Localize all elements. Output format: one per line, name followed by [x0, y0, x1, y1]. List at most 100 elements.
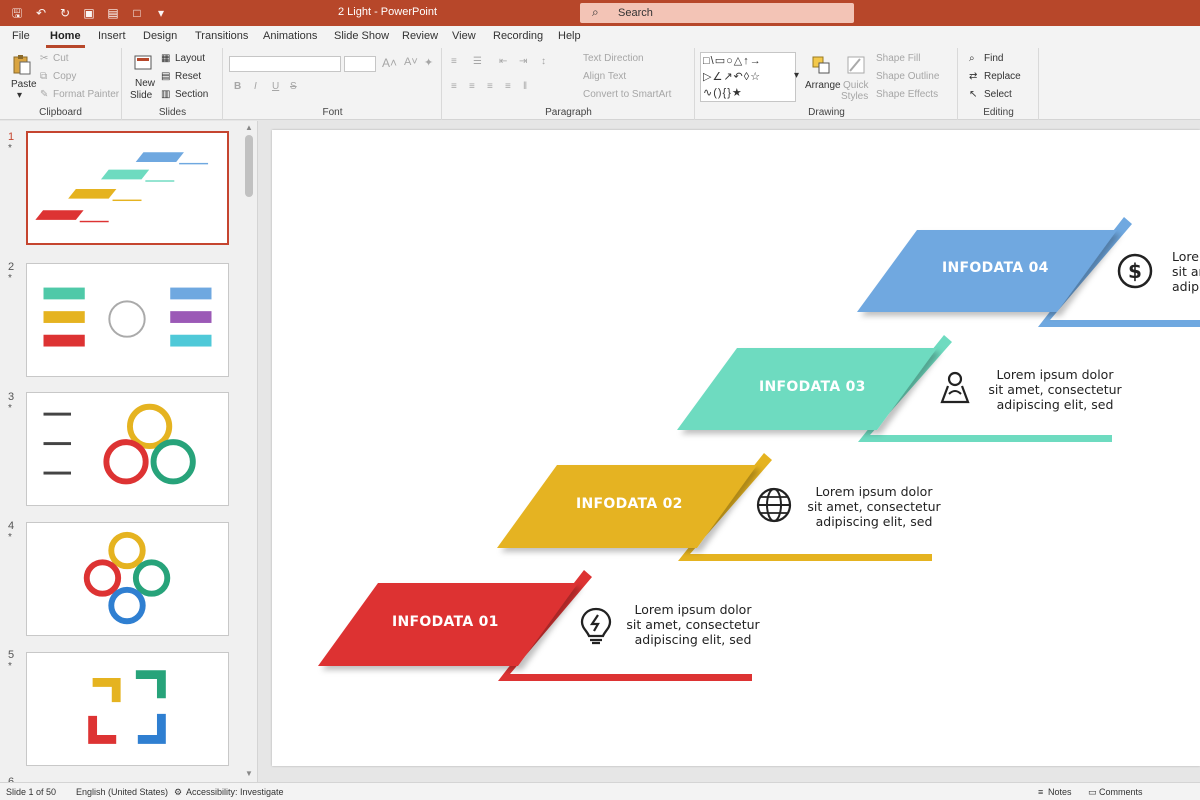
thumb-star-2: *: [8, 273, 12, 284]
svg-text:$: $: [1128, 259, 1142, 283]
indent-icon[interactable]: ⇤: [499, 56, 507, 67]
italic-button[interactable]: I: [254, 81, 257, 92]
dollar-icon: $: [1117, 253, 1153, 289]
thumb-star-4: *: [8, 532, 12, 543]
align-center-icon[interactable]: ≡: [469, 81, 475, 92]
reset-button[interactable]: Reset: [175, 71, 201, 82]
copy-icon: ⧉: [40, 71, 48, 82]
tab-insert[interactable]: Insert: [98, 30, 126, 42]
comments-button[interactable]: Comments: [1099, 787, 1143, 797]
increase-font-icon[interactable]: A˄: [382, 56, 397, 70]
thumb1-art: [35, 152, 209, 223]
align-text-button[interactable]: Align Text: [583, 71, 626, 82]
accessibility-status[interactable]: Accessibility: Investigate: [186, 787, 284, 797]
tab-recording[interactable]: Recording: [493, 30, 543, 42]
slides-group: New Slide ▦ Layout ▤ Reset ▥ Section Sli…: [123, 48, 223, 120]
notes-button[interactable]: Notes: [1048, 787, 1072, 797]
tab-animations[interactable]: Animations: [263, 30, 317, 42]
slides-group-label: Slides: [158, 107, 187, 118]
tab-home[interactable]: Home: [46, 30, 85, 48]
justify-icon[interactable]: ≡: [505, 81, 511, 92]
format-painter-button[interactable]: Format Painter: [53, 89, 119, 100]
new-slide-icon[interactable]: [133, 53, 155, 75]
paragraph-group-label: Paragraph: [545, 107, 592, 118]
search-label: Search: [618, 7, 653, 19]
comments-icon: ▭: [1088, 787, 1097, 797]
decrease-font-icon[interactable]: A˅: [404, 56, 418, 68]
tab-slide-show[interactable]: Slide Show: [334, 30, 389, 42]
quick-styles-icon[interactable]: [845, 54, 867, 76]
search-box[interactable]: ⌕ Search: [580, 3, 854, 23]
paste-dropdown-icon[interactable]: ▾: [17, 90, 22, 101]
copy-button[interactable]: Copy: [53, 71, 76, 82]
underline-button[interactable]: U: [272, 81, 279, 92]
thumb-star-1: *: [8, 143, 12, 154]
thumbnail-slide-5[interactable]: [26, 652, 229, 766]
undo-icon[interactable]: ↶: [32, 4, 50, 22]
customize-qat-icon[interactable]: ▾: [152, 4, 170, 22]
present-icon[interactable]: ▣: [80, 4, 98, 22]
replace-button[interactable]: Replace: [984, 71, 1021, 82]
find-button[interactable]: Find: [984, 53, 1003, 64]
align-right-icon[interactable]: ≡: [487, 81, 493, 92]
shape-icon[interactable]: □: [128, 4, 146, 22]
thumbnail-slide-1[interactable]: [26, 131, 229, 245]
tab-transitions[interactable]: Transitions: [195, 30, 248, 42]
font-size-select[interactable]: [344, 56, 376, 72]
thumb-number-3: 3: [8, 391, 15, 403]
text-direction-button[interactable]: Text Direction: [583, 53, 644, 64]
redo-icon[interactable]: ↻: [56, 4, 74, 22]
font-family-select[interactable]: [229, 56, 341, 72]
thumbnail-scrollbar[interactable]: ▲ ▼: [242, 121, 256, 782]
window-title: 2 Light - PowerPoint: [338, 6, 438, 18]
thumbnail-slide-4[interactable]: [26, 522, 229, 636]
layout-icon: ▦: [161, 53, 171, 64]
shapes-scroll-icon[interactable]: ▾: [794, 70, 799, 81]
bold-button[interactable]: B: [234, 81, 241, 92]
clear-format-icon[interactable]: ✦: [424, 56, 433, 69]
layout-button[interactable]: Layout: [175, 53, 205, 64]
thumb3-art: [43, 403, 196, 485]
shape-effects-button[interactable]: Shape Effects: [876, 89, 938, 100]
current-slide[interactable]: INFODATA 04 INFODATA 03 INFODATA 02 INFO…: [272, 130, 1200, 766]
convert-smartart-button[interactable]: Convert to SmartArt: [583, 89, 671, 100]
thumbnail-slide-2[interactable]: [26, 263, 229, 377]
slideshow-icon[interactable]: ▤: [104, 4, 122, 22]
tab-help[interactable]: Help: [558, 30, 581, 42]
find-icon: ⌕: [969, 53, 975, 64]
tab-design[interactable]: Design: [143, 30, 177, 42]
thumbnail-slide-3[interactable]: [26, 392, 229, 506]
numbering-icon[interactable]: ☰: [473, 56, 482, 67]
new-slide-button[interactable]: New: [135, 78, 155, 89]
align-left-icon[interactable]: ≡: [451, 81, 457, 92]
scroll-up-icon[interactable]: ▲: [245, 123, 253, 132]
arrange-icon[interactable]: [810, 54, 832, 76]
line-spacing-icon[interactable]: ↕: [541, 56, 546, 67]
shape-outline-button[interactable]: Shape Outline: [876, 71, 939, 82]
reset-icon: ▤: [161, 71, 171, 82]
scrollbar-thumb[interactable]: [245, 135, 253, 197]
paste-button[interactable]: Paste: [11, 79, 37, 90]
section-button[interactable]: Section: [175, 89, 208, 100]
bullets-icon[interactable]: ≡: [451, 56, 457, 67]
shape-fill-button[interactable]: Shape Fill: [876, 53, 920, 64]
thumb-star-5: *: [8, 661, 12, 672]
columns-icon[interactable]: ‖: [523, 81, 527, 92]
scroll-down-icon[interactable]: ▼: [245, 769, 253, 778]
paste-icon[interactable]: [11, 53, 33, 75]
language-indicator[interactable]: English (United States): [76, 787, 168, 797]
tab-view[interactable]: View: [452, 30, 476, 42]
thumb-number-2: 2: [8, 261, 15, 273]
save-icon[interactable]: 🖫: [8, 4, 26, 22]
shapes-gallery[interactable]: □\▭○△↑→ ▷∠↗↶◊☆ ∿(){}★: [700, 52, 796, 102]
tab-review[interactable]: Review: [402, 30, 438, 42]
cut-button[interactable]: Cut: [53, 53, 69, 64]
arrange-button[interactable]: Arrange: [805, 80, 841, 91]
quick-styles-button[interactable]: Quick: [843, 80, 869, 91]
tab-file[interactable]: File: [12, 30, 30, 42]
select-button[interactable]: Select: [984, 89, 1012, 100]
outdent-icon[interactable]: ⇥: [519, 56, 527, 67]
lightbulb-icon: [580, 607, 612, 645]
infodata-01-description: Lorem ipsum dolor sit amet, consectetur …: [626, 602, 760, 647]
strikethrough-button[interactable]: S: [290, 81, 297, 92]
